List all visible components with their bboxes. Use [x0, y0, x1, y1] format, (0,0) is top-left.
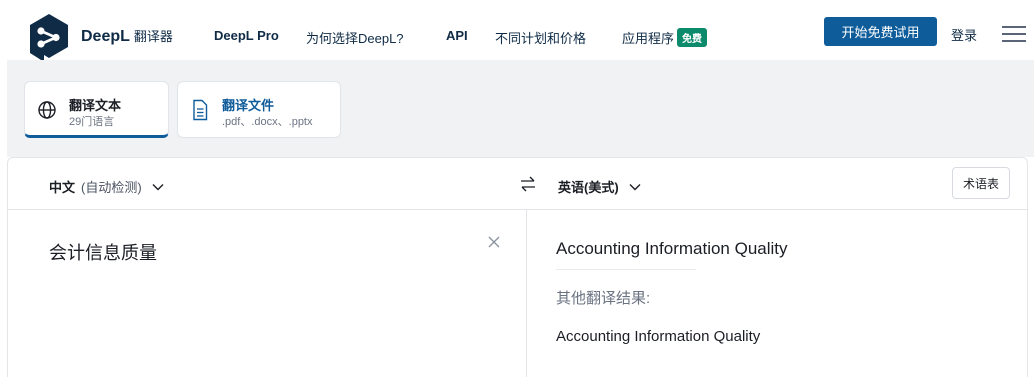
- tab-translate-text-title: 翻译文本: [69, 98, 122, 113]
- nav-api[interactable]: API: [446, 28, 468, 43]
- chevron-down-icon: [152, 183, 164, 190]
- close-icon[interactable]: [486, 234, 502, 250]
- target-language-select[interactable]: 英语(美式): [558, 177, 641, 196]
- brand-title: DeepL: [81, 28, 130, 45]
- language-bar: 中文 (自动检测) 英语(美式) 术语表: [8, 158, 1027, 210]
- tab-translate-files[interactable]: 翻译文件 .pdf、.docx、.pptx: [177, 81, 341, 138]
- translation-output: Accounting Information Quality: [556, 239, 788, 270]
- login-link[interactable]: 登录: [951, 25, 977, 44]
- alternative-translation-item[interactable]: Accounting Information Quality: [556, 328, 760, 345]
- auto-detect-label: (自动检测): [81, 180, 142, 195]
- hamburger-menu-icon[interactable]: [1002, 25, 1028, 43]
- tab-translate-text[interactable]: 翻译文本 29门语言: [24, 81, 169, 138]
- start-free-trial-button[interactable]: 开始免费试用: [824, 17, 937, 46]
- tab-translate-files-title: 翻译文件: [222, 98, 275, 113]
- source-language-select[interactable]: 中文 (自动检测): [49, 177, 164, 196]
- tab-translate-text-subtitle: 29门语言: [69, 116, 115, 128]
- nav-apps-label: 应用程序: [622, 31, 675, 46]
- globe-icon: [38, 101, 56, 119]
- panel-divider: [526, 210, 527, 377]
- document-icon: [193, 99, 208, 121]
- translator-panel: 中文 (自动检测) 英语(美式) 术语表 会计信息质量 Accounting I…: [7, 157, 1028, 377]
- brand-subtitle: 翻译器: [133, 29, 173, 44]
- source-language-label: 中文: [49, 180, 76, 195]
- glossary-button[interactable]: 术语表: [952, 167, 1010, 199]
- brand-name[interactable]: DeepL 翻译器: [81, 26, 173, 46]
- nav-apps[interactable]: 应用程序 免费: [622, 28, 708, 47]
- nav-why-deepl[interactable]: 为何选择DeepL?: [306, 28, 404, 47]
- swap-languages-icon[interactable]: [518, 175, 538, 193]
- chevron-down-icon: [629, 183, 641, 190]
- deepl-logo-icon[interactable]: [22, 10, 76, 64]
- top-header: DeepL 翻译器 DeepL Pro 为何选择DeepL? API 不同计划和…: [0, 0, 1034, 62]
- nav-plans-pricing[interactable]: 不同计划和价格: [495, 28, 586, 47]
- free-badge: 免费: [677, 28, 708, 47]
- alternatives-heading: 其他翻译结果:: [556, 290, 651, 307]
- mode-selector-bar: 翻译文本 29门语言 翻译文件 .pdf、.docx、.pptx: [7, 60, 1034, 157]
- tab-translate-files-subtitle: .pdf、.docx、.pptx: [222, 116, 313, 128]
- source-text-input[interactable]: 会计信息质量: [49, 239, 157, 265]
- translation-text: Accounting Information Quality: [556, 239, 788, 258]
- target-language-label: 英语(美式): [558, 180, 619, 195]
- nav-deepl-pro[interactable]: DeepL Pro: [214, 28, 279, 43]
